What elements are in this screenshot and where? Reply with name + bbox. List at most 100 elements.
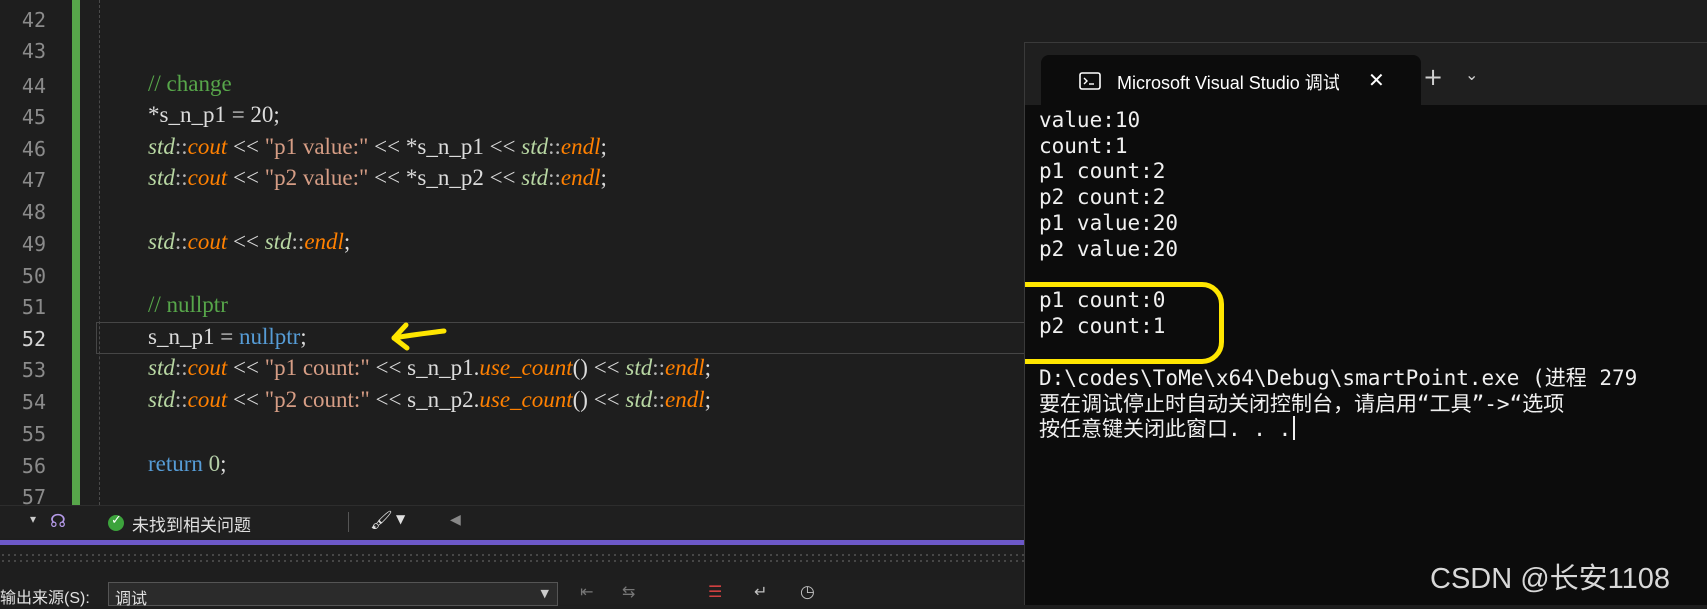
- line-number: 55: [21, 422, 46, 446]
- close-icon[interactable]: ✕: [1368, 68, 1385, 92]
- code-text: << *s_n_p1 <<: [368, 134, 522, 159]
- code-function: use_count: [479, 387, 573, 412]
- code-namespace: std: [264, 229, 292, 254]
- line-number: 42: [21, 8, 46, 32]
- code-line[interactable]: // change: [148, 70, 232, 98]
- prev-message-icon[interactable]: ⇆: [622, 582, 635, 601]
- line-number: 53: [21, 358, 46, 382]
- code-operator: ::: [291, 229, 305, 254]
- code-namespace: std: [148, 165, 175, 190]
- new-tab-icon[interactable]: +: [1423, 63, 1443, 91]
- find-icon[interactable]: ⇤: [580, 582, 593, 601]
- code-operator: =: [214, 324, 239, 349]
- console-line: count:1: [1039, 134, 1128, 158]
- line-number: 57: [21, 485, 46, 505]
- code-operator: ;: [704, 387, 712, 412]
- clear-all-icon[interactable]: ☰: [708, 582, 722, 601]
- code-identifier: cout: [187, 355, 228, 380]
- console-line-prompt: 按任意键关闭此窗口. . .: [1039, 415, 1296, 443]
- code-operator: <<: [227, 134, 265, 159]
- code-operator: ::: [174, 229, 188, 254]
- code-string: "p2 count:": [264, 387, 370, 412]
- console-tab[interactable]: Microsoft Visual Studio 调试控制台 ✕: [1041, 55, 1421, 105]
- line-number: 56: [21, 454, 46, 478]
- console-line: 要在调试停止时自动关闭控制台，请启用“工具”->“选项: [1039, 392, 1565, 416]
- code-editor[interactable]: 42 43 44 45 46 47 48 49 50 51 52 53 54 5…: [0, 0, 1025, 505]
- code-function: use_count: [479, 355, 573, 380]
- code-operator: <<: [227, 355, 265, 380]
- code-line-active[interactable]: s_n_p1 = nullptr;: [148, 323, 307, 351]
- code-number: 0: [202, 451, 221, 476]
- code-comment: // change: [148, 71, 232, 96]
- code-line[interactable]: // nullptr: [148, 291, 228, 319]
- word-wrap-icon[interactable]: ↵: [754, 582, 767, 601]
- text-cursor: [1293, 416, 1296, 440]
- code-text: () <<: [572, 387, 626, 412]
- copilot-icon[interactable]: ☊: [50, 511, 66, 532]
- output-panel-toolbar: 输出来源(S): 调试 ▼ ⇤ ⇆ ☰ ↵ ◷: [0, 580, 1025, 608]
- code-text: () <<: [572, 355, 626, 380]
- code-namespace: std: [625, 387, 653, 412]
- panel-accent-bar: [0, 540, 1025, 545]
- code-cleanup-icon[interactable]: 🖌: [370, 510, 393, 531]
- code-keyword: nullptr: [238, 324, 301, 349]
- code-identifier: endl: [560, 165, 601, 190]
- code-identifier: cout: [187, 229, 228, 254]
- code-identifier: endl: [304, 229, 344, 254]
- line-number: 45: [21, 105, 46, 129]
- panel-resize-grip[interactable]: [0, 552, 1025, 562]
- console-prompt-text: 按任意键关闭此窗口. . .: [1039, 417, 1292, 441]
- code-namespace: std: [148, 387, 175, 412]
- code-namespace: std: [521, 165, 549, 190]
- console-line: p2 count:2: [1039, 185, 1166, 209]
- line-number: 49: [21, 232, 46, 256]
- console-line: D:\codes\ToMe\x64\Debug\smartPoint.exe (…: [1039, 366, 1638, 390]
- code-string: "p1 count:": [264, 355, 370, 380]
- issues-status[interactable]: 未找到相关问题: [132, 511, 251, 536]
- code-line[interactable]: std::cout << "p2 value:" << *s_n_p2 << s…: [148, 164, 607, 192]
- code-line[interactable]: return 0;: [148, 450, 227, 478]
- terminal-icon: [1079, 72, 1101, 90]
- code-line[interactable]: *s_n_p1 = 20;: [148, 101, 280, 129]
- chevron-down-icon: ▼: [540, 587, 549, 600]
- code-text: << *s_n_p2 <<: [368, 165, 522, 190]
- zoom-dropdown-icon[interactable]: ▾: [30, 512, 36, 526]
- code-identifier: endl: [665, 355, 705, 380]
- code-identifier: endl: [665, 387, 705, 412]
- console-line: value:10: [1039, 108, 1141, 132]
- change-tracking-bar: [72, 0, 80, 505]
- no-issues-icon: [108, 513, 124, 531]
- code-line[interactable]: std::cout << "p1 value:" << *s_n_p1 << s…: [148, 133, 607, 161]
- code-string: "p1 value:": [264, 134, 369, 159]
- code-identifier: cout: [187, 165, 228, 190]
- code-keyword: return: [148, 451, 203, 476]
- line-number: 50: [21, 264, 46, 288]
- console-tab-title: Microsoft Visual Studio 调试控制台: [1117, 73, 1339, 93]
- debug-console-window[interactable]: Microsoft Visual Studio 调试控制台 ✕ + ⌄ valu…: [1024, 42, 1707, 605]
- line-number: 48: [21, 200, 46, 224]
- code-namespace: std: [148, 355, 175, 380]
- output-source-select[interactable]: 调试 ▼: [108, 582, 558, 608]
- code-identifier: cout: [187, 134, 228, 159]
- highlight-annotation: [1025, 282, 1224, 364]
- watermark: CSDN @长安1108: [1430, 563, 1671, 595]
- code-line[interactable]: std::cout << "p2 count:" << s_n_p2.use_c…: [148, 386, 711, 414]
- code-operator: ::: [174, 165, 188, 190]
- code-operator: ;: [600, 165, 607, 190]
- code-operator: ;: [300, 324, 307, 349]
- line-number-active: 52: [21, 327, 46, 351]
- clock-icon[interactable]: ◷: [800, 582, 815, 602]
- code-operator: ::: [174, 134, 188, 159]
- console-line: p1 value:20: [1039, 211, 1179, 235]
- chevron-down-icon[interactable]: ⌄: [1465, 65, 1478, 84]
- line-number: 46: [21, 137, 46, 161]
- code-line[interactable]: std::cout << "p1 count:" << s_n_p1.use_c…: [148, 354, 711, 382]
- code-text: << s_n_p2.: [369, 387, 480, 412]
- scroll-left-icon[interactable]: ◀: [450, 512, 461, 528]
- code-line[interactable]: std::cout << std::endl;: [148, 228, 350, 256]
- code-operator: ::: [652, 387, 666, 412]
- chevron-down-icon[interactable]: ▼: [396, 512, 405, 526]
- code-string: "p2 value:": [264, 165, 369, 190]
- code-comment: // nullptr: [148, 292, 228, 317]
- arrow-annotation-icon: [391, 322, 447, 351]
